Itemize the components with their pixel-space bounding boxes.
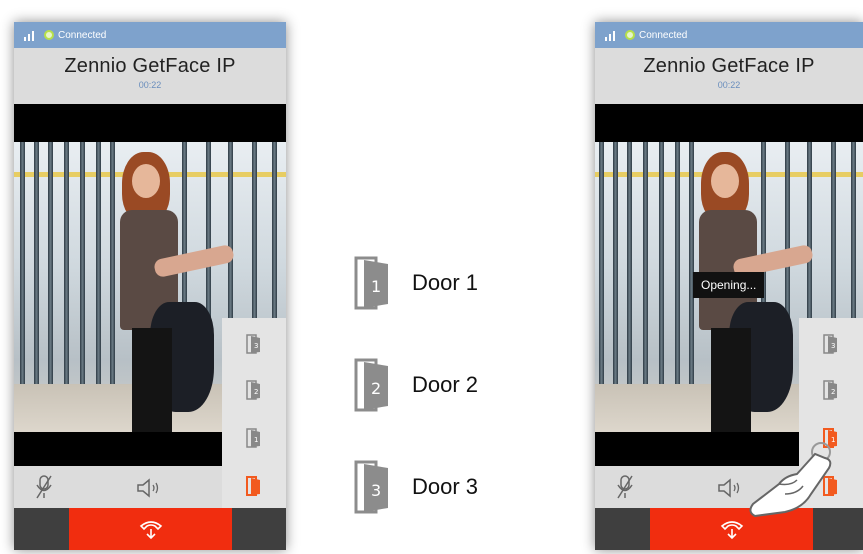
call-title: Zennio GetFace IP: [64, 55, 236, 77]
signal-icon: [24, 29, 34, 41]
svg-text:1: 1: [371, 277, 381, 296]
phone-screen-right: Connected Zennio GetFace IP 00:22 Openin…: [595, 22, 863, 550]
door-icon: 1: [354, 256, 388, 310]
hang-up-icon: [139, 521, 162, 540]
door-3-button[interactable]: 3: [246, 334, 262, 354]
connection-status-text: Connected: [639, 29, 688, 41]
door-icon: 2: [354, 358, 388, 412]
door-2-button[interactable]: 2: [246, 380, 262, 400]
visitor-image: [114, 152, 235, 452]
call-title: Zennio GetFace IP: [643, 55, 815, 77]
visitor-image: [693, 152, 814, 452]
video-letterbox-top: [595, 104, 863, 142]
svg-text:3: 3: [371, 481, 381, 500]
status-bar: Connected: [595, 22, 863, 48]
legend-door-2: 2 Door 2: [354, 358, 478, 412]
call-controls: [14, 466, 222, 508]
hand-pointer-icon: [749, 442, 832, 518]
legend-label: Door 2: [412, 372, 479, 397]
legend-label: Door 1: [412, 270, 479, 295]
legend-door-3: 3 Door 3: [354, 460, 478, 514]
svg-text:3: 3: [254, 342, 258, 350]
phone-screen-left: Connected Zennio GetFace IP 00:22 3 2 1: [14, 22, 286, 550]
svg-text:2: 2: [831, 388, 835, 396]
svg-text:3: 3: [831, 342, 835, 350]
microphone-muted-icon[interactable]: [34, 474, 54, 500]
speaker-icon[interactable]: [136, 478, 162, 498]
legend-label: Door 3: [412, 474, 479, 499]
hang-up-button[interactable]: [69, 508, 232, 550]
door-icon: 3: [354, 460, 388, 514]
opening-toast: Opening...: [693, 272, 765, 298]
status-bar: Connected: [14, 22, 286, 48]
svg-text:2: 2: [254, 388, 258, 396]
speaker-icon[interactable]: [717, 478, 743, 498]
connection-status-icon: [44, 30, 54, 40]
bottom-bar: [14, 508, 286, 550]
connection-status-icon: [625, 30, 635, 40]
video-letterbox-top: [14, 104, 286, 142]
call-timer: 00:22: [717, 80, 741, 90]
page: Connected Zennio GetFace IP 00:22 3 2 1 …: [0, 0, 863, 554]
hang-up-icon: [720, 521, 743, 540]
svg-text:1: 1: [254, 436, 258, 444]
call-header: Zennio GetFace IP 00:22: [14, 48, 286, 104]
door-selector-panel: 3 2 1: [222, 318, 286, 508]
open-door-button[interactable]: [246, 476, 262, 496]
connection-status-text: Connected: [58, 29, 107, 41]
call-timer: 00:22: [138, 80, 162, 90]
video-letterbox-bottom: [14, 432, 222, 466]
microphone-muted-icon[interactable]: [615, 474, 635, 500]
signal-icon: [605, 29, 615, 41]
legend-door-1: 1 Door 1: [354, 256, 478, 310]
svg-text:2: 2: [371, 379, 381, 398]
call-header: Zennio GetFace IP 00:22: [595, 48, 863, 104]
door-2-button[interactable]: 2: [823, 380, 839, 400]
door-3-button[interactable]: 3: [823, 334, 839, 354]
door-1-button[interactable]: 1: [246, 428, 262, 448]
